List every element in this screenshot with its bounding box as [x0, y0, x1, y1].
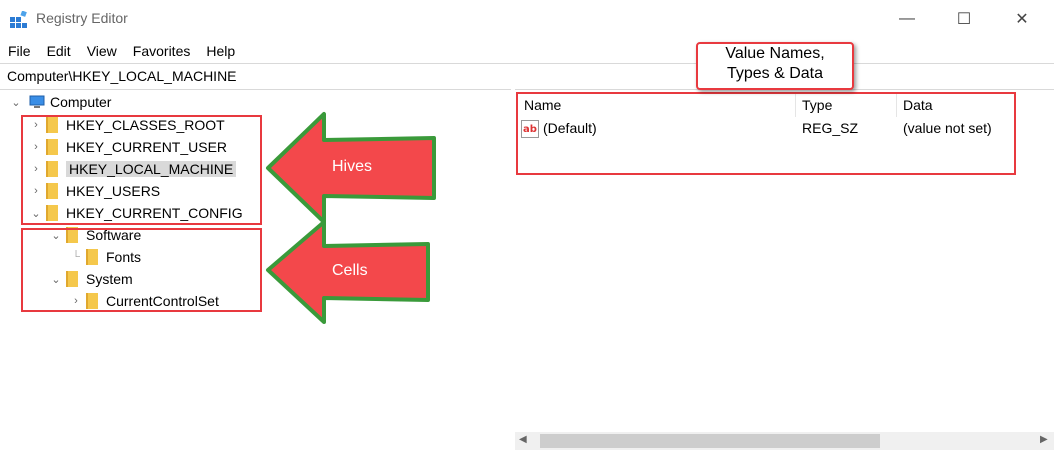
cells-label: Cells — [332, 262, 368, 279]
computer-icon — [29, 95, 45, 108]
menu-view[interactable]: View — [79, 40, 125, 62]
address-path[interactable]: Computer\HKEY_LOCAL_MACHINE — [7, 68, 237, 84]
maximize-button[interactable]: ☐ — [941, 0, 987, 38]
cells-highlight-box — [21, 228, 262, 312]
scroll-right-icon[interactable]: ▶ — [1040, 434, 1048, 445]
scrollbar-thumb[interactable] — [540, 434, 880, 448]
window-title: Registry Editor — [36, 10, 128, 26]
value-names-callout: Value Names, Types & Data — [696, 42, 854, 90]
regedit-app-icon — [10, 11, 27, 28]
maximize-icon: ☐ — [956, 11, 972, 28]
close-button[interactable]: ✕ — [999, 0, 1045, 38]
chevron-down-icon[interactable]: ⌄ — [10, 96, 22, 109]
scroll-left-icon[interactable]: ◀ — [519, 434, 527, 445]
tree-item-computer[interactable]: ⌄ Computer — [10, 91, 111, 113]
menu-file[interactable]: File — [0, 40, 39, 62]
address-bar[interactable]: Computer\HKEY_LOCAL_MACHINE — [0, 63, 1054, 90]
callout-line-2: Types & Data — [726, 65, 824, 82]
hives-label: Hives — [332, 158, 373, 175]
menu-favorites[interactable]: Favorites — [125, 40, 199, 62]
title-bar: Registry Editor — ☐ ✕ — [0, 0, 1054, 38]
menu-edit[interactable]: Edit — [39, 40, 79, 62]
tree-label: Computer — [50, 94, 112, 110]
values-highlight-box — [516, 92, 1016, 175]
callout-line-1: Value Names, — [725, 45, 825, 62]
minimize-icon: — — [899, 10, 915, 27]
close-icon: ✕ — [1015, 11, 1029, 28]
hives-highlight-box — [21, 115, 262, 225]
minimize-button[interactable]: — — [884, 0, 930, 38]
menu-bar: File Edit View Favorites Help — [0, 40, 243, 62]
menu-help[interactable]: Help — [198, 40, 243, 62]
